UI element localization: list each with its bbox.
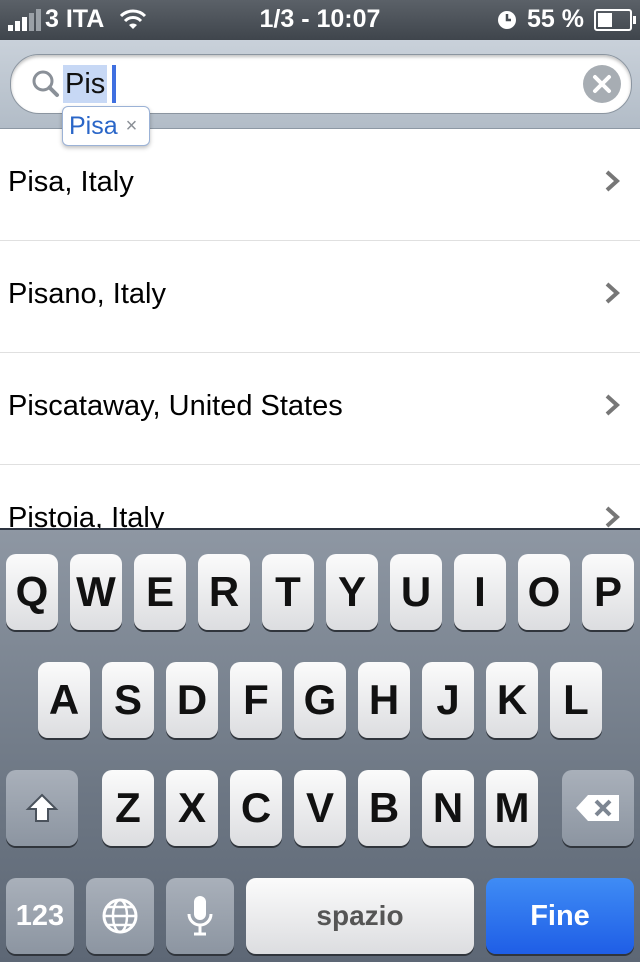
result-label: Pistoia, Italy (8, 502, 165, 528)
key-s[interactable]: S (102, 662, 154, 738)
key-w[interactable]: W (70, 554, 122, 630)
key-n[interactable]: N (422, 770, 474, 846)
text-cursor (112, 65, 116, 103)
search-icon (32, 70, 59, 97)
done-key[interactable]: Fine (486, 878, 634, 954)
key-v[interactable]: V (294, 770, 346, 846)
battery-icon (594, 8, 636, 31)
chevron-right-icon (605, 506, 620, 528)
key-f[interactable]: F (230, 662, 282, 738)
key-g[interactable]: G (294, 662, 346, 738)
keyboard: 123 spazio Fine QWERTYUIOP ASDFGHJKL ZXCVB… (0, 528, 640, 962)
search-input[interactable]: Pis (10, 54, 632, 114)
key-y[interactable]: Y (326, 554, 378, 630)
result-label: Pisa, Italy (8, 166, 134, 198)
result-label: Piscataway, United States (8, 390, 343, 422)
alarm-clock-icon (498, 10, 517, 29)
results-list: Pisa, Italy Pisano, Italy Piscataway, Un… (0, 129, 640, 528)
key-c[interactable]: C (230, 770, 282, 846)
key-p[interactable]: P (582, 554, 634, 630)
clear-icon[interactable] (583, 65, 621, 103)
close-icon (593, 75, 611, 93)
key-z[interactable]: Z (102, 770, 154, 846)
backspace-key[interactable] (562, 770, 634, 846)
key-q[interactable]: Q (6, 554, 58, 630)
globe-key[interactable] (86, 878, 154, 954)
key-j[interactable]: J (422, 662, 474, 738)
autocorrect-suggestion[interactable]: Pisa × (62, 106, 151, 146)
backspace-icon (576, 795, 619, 821)
key-b[interactable]: B (358, 770, 410, 846)
chevron-right-icon (605, 282, 620, 304)
space-key[interactable]: spazio (246, 878, 474, 954)
status-bar: 3 ITA 1/3 - 10:07 55 % (0, 0, 640, 40)
battery-percent: 55 % (527, 5, 584, 33)
chevron-right-icon (605, 394, 620, 416)
key-u[interactable]: U (390, 554, 442, 630)
key-r[interactable]: R (198, 554, 250, 630)
result-label: Pisano, Italy (8, 278, 166, 310)
list-item[interactable]: Piscataway, United States (0, 353, 640, 465)
shift-key[interactable] (6, 770, 78, 846)
key-m[interactable]: M (486, 770, 538, 846)
globe-icon (102, 898, 138, 934)
key-h[interactable]: H (358, 662, 410, 738)
numbers-key[interactable]: 123 (6, 878, 74, 954)
key-e[interactable]: E (134, 554, 186, 630)
chevron-right-icon (605, 170, 620, 192)
search-query-text[interactable]: Pis (63, 65, 108, 103)
key-l[interactable]: L (550, 662, 602, 738)
suggestion-text: Pisa (69, 111, 118, 140)
key-a[interactable]: A (38, 662, 90, 738)
dismiss-suggestion-icon[interactable]: × (126, 115, 138, 138)
key-d[interactable]: D (166, 662, 218, 738)
microphone-icon (187, 896, 213, 936)
key-t[interactable]: T (262, 554, 314, 630)
key-k[interactable]: K (486, 662, 538, 738)
shift-icon (25, 793, 59, 822)
key-o[interactable]: O (518, 554, 570, 630)
list-item[interactable]: Pistoia, Italy (0, 465, 640, 528)
key-x[interactable]: X (166, 770, 218, 846)
key-i[interactable]: I (454, 554, 506, 630)
microphone-key[interactable] (166, 878, 234, 954)
list-item[interactable]: Pisano, Italy (0, 241, 640, 353)
